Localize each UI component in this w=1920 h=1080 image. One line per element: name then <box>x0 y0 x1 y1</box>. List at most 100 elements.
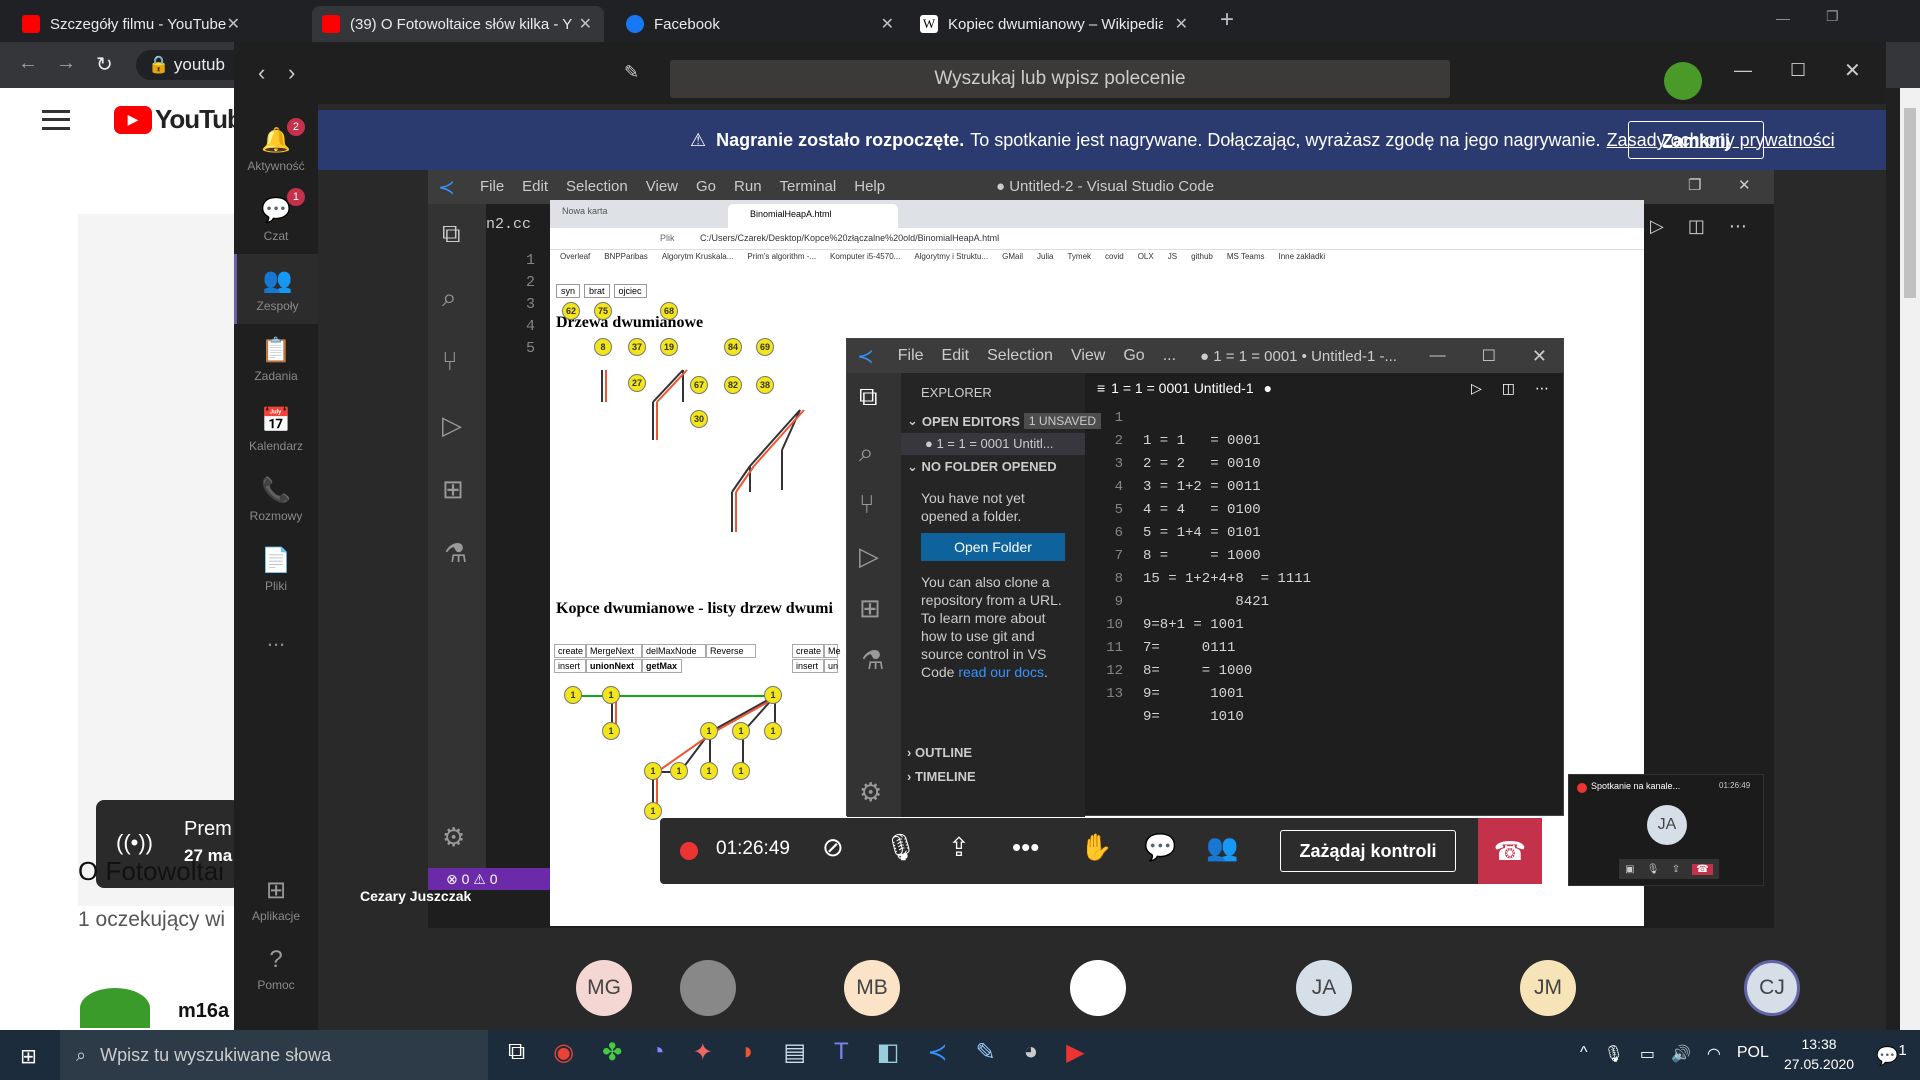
menu-item[interactable]: Go <box>696 178 716 195</box>
explorer-icon[interactable]: ⧉ <box>859 381 878 413</box>
chat-icon[interactable]: 💬 <box>1144 832 1176 863</box>
tree-node[interactable]: 19 <box>660 338 678 356</box>
app-icon[interactable]: ◗ <box>741 1038 756 1067</box>
teams-icon[interactable]: T <box>834 1038 849 1067</box>
app-icon[interactable]: ◔ <box>650 1038 665 1067</box>
browser-tab[interactable]: Nowa karta <box>562 206 608 216</box>
open-editor-item[interactable]: ● 1 = 1 = 0001 Untitl... <box>901 433 1085 455</box>
rail-item-chat[interactable]: 💬 1 Czat <box>234 184 318 254</box>
menu-item[interactable]: View <box>646 178 678 195</box>
close-icon[interactable]: ✕ <box>1532 346 1547 367</box>
participant-avatar-self[interactable]: CJ <box>1744 960 1800 1016</box>
vscode-icon[interactable]: ≺ <box>927 1038 947 1067</box>
split-editor-icon[interactable]: ◫ <box>1502 380 1515 397</box>
rail-item-teams[interactable]: 👥 Zespoły <box>234 254 318 324</box>
bookmark[interactable]: BNPParibas <box>604 252 648 268</box>
tree-node[interactable]: 84 <box>724 338 742 356</box>
app-icon[interactable]: ✦ <box>693 1038 713 1067</box>
run-debug-icon[interactable]: ▷ <box>442 410 462 441</box>
clock[interactable]: 13:38 27.05.2020 <box>1784 1034 1854 1074</box>
heap-node[interactable]: 1 <box>732 722 750 740</box>
media-icon[interactable]: ▶ <box>1066 1038 1084 1067</box>
flask-icon[interactable]: ⚗ <box>444 538 467 569</box>
tree-node[interactable]: 68 <box>660 302 678 320</box>
scrollbar-thumb[interactable] <box>1904 108 1916 298</box>
run-icon[interactable]: ▷ <box>1650 216 1664 237</box>
close-icon[interactable]: ✕ <box>1738 176 1751 194</box>
rail-item-activity[interactable]: 🔔 2 Aktywność <box>234 114 318 184</box>
channel-avatar[interactable] <box>80 988 150 1028</box>
more-options-icon[interactable]: ••• <box>1012 832 1039 863</box>
heap-node[interactable]: 1 <box>732 762 750 780</box>
extensions-icon[interactable]: ⊞ <box>859 593 881 624</box>
op-insert-button[interactable]: insert <box>792 659 824 673</box>
flask-icon[interactable]: ⚗ <box>861 645 884 676</box>
op-union-button[interactable]: un <box>824 659 838 673</box>
user-avatar[interactable] <box>1664 62 1702 100</box>
op-create-button[interactable]: create <box>792 644 824 658</box>
back-icon[interactable]: ‹ <box>258 60 265 86</box>
bookmark[interactable]: Overleaf <box>560 252 590 268</box>
tree-node[interactable]: 67 <box>690 376 708 394</box>
no-folder-section[interactable]: ⌄ NO FOLDER OPENED <box>907 459 1057 475</box>
camera-icon[interactable]: ▣ <box>1625 864 1634 875</box>
chrome-tab[interactable]: W Kopiec dwumianowy – Wikipedia ✕ <box>910 6 1200 42</box>
source-control-icon[interactable]: ⑂ <box>859 489 875 520</box>
menu-item[interactable]: View <box>1071 347 1105 365</box>
menu-item[interactable]: Selection <box>566 178 628 195</box>
tree-node[interactable]: 38 <box>756 376 774 394</box>
op-getmax-button[interactable]: getMax <box>642 659 682 673</box>
rail-item-tasks[interactable]: 📋 Zadania <box>234 324 318 394</box>
bookmark[interactable]: Prim's algorithm -... <box>747 252 816 268</box>
chrome-tab[interactable]: Szczegóły filmu - YouTube Studio ✕ <box>12 6 252 42</box>
channel-name[interactable]: m16a <box>178 1000 229 1023</box>
app-icon[interactable]: ◧ <box>877 1038 900 1067</box>
share-icon[interactable]: ⇪ <box>1672 864 1680 875</box>
wifi-icon[interactable]: ◠ <box>1707 1044 1721 1064</box>
open-folder-button[interactable]: Open Folder <box>921 533 1065 561</box>
menu-item[interactable]: Run <box>734 178 762 195</box>
menu-item[interactable]: Go <box>1123 347 1144 365</box>
restore-icon[interactable]: ❐ <box>1688 176 1701 194</box>
menu-item[interactable]: Edit <box>942 347 970 365</box>
participant-avatar[interactable] <box>680 960 736 1016</box>
menu-item[interactable]: File <box>898 347 924 365</box>
menu-item[interactable]: Edit <box>522 178 548 195</box>
close-banner-button[interactable]: Zamknij <box>1628 121 1764 159</box>
extensions-icon[interactable]: ⊞ <box>442 474 464 505</box>
heap-node[interactable]: 1 <box>602 686 620 704</box>
reload-icon[interactable]: ↻ <box>96 52 113 77</box>
bookmark[interactable]: covid <box>1105 252 1124 268</box>
rail-item-help[interactable]: ? Pomoc <box>234 934 318 1004</box>
read-docs-link[interactable]: read our docs <box>958 664 1044 680</box>
bookmark[interactable]: Algorytmy i Struktu... <box>914 252 988 268</box>
op-delmaxnode-button[interactable]: delMaxNode <box>642 644 706 658</box>
close-icon[interactable]: ✕ <box>579 14 592 34</box>
heap-node[interactable]: 1 <box>764 722 782 740</box>
minimize-icon[interactable]: — <box>1776 10 1790 26</box>
gear-icon[interactable]: ⚙ <box>859 777 882 808</box>
heap-node[interactable]: 1 <box>644 802 662 820</box>
source-control-icon[interactable]: ⑂ <box>442 346 458 377</box>
search-input[interactable]: Wyszukaj lub wpisz polecenie <box>670 60 1450 98</box>
tree-node[interactable]: 69 <box>756 338 774 356</box>
bookmark[interactable]: MS Teams <box>1227 252 1265 268</box>
tree-node[interactable]: 62 <box>562 302 580 320</box>
maximize-icon[interactable]: ☐ <box>1482 346 1496 366</box>
heap-node[interactable]: 1 <box>670 762 688 780</box>
browser-tab-active[interactable]: BinomialHeapA.html <box>728 204 898 228</box>
chrome-icon[interactable]: ◉ <box>553 1038 574 1067</box>
menu-item[interactable]: Terminal <box>780 178 837 195</box>
paint-icon[interactable]: ✎ <box>975 1038 995 1067</box>
heap-node[interactable]: 1 <box>564 686 582 704</box>
minimize-icon[interactable]: — <box>1430 347 1446 365</box>
restore-icon[interactable]: ❐ <box>1826 8 1839 25</box>
open-editors-section[interactable]: ⌄ OPEN EDITORS 1 UNSAVED <box>907 413 1102 429</box>
url-text[interactable]: C:/Users/Czarek/Desktop/Kopce%20złączaln… <box>700 233 999 243</box>
share-screen-icon[interactable]: ⇪ <box>948 832 970 863</box>
mic-icon[interactable]: 🎙 <box>1647 864 1660 875</box>
status-problems[interactable]: ⊗ 0 ⚠ 0 <box>428 868 550 890</box>
bookmark[interactable]: Inne zakładki <box>1279 252 1326 268</box>
op-unionnext-button[interactable]: unionNext <box>586 659 642 673</box>
tree-node[interactable]: 37 <box>628 338 646 356</box>
